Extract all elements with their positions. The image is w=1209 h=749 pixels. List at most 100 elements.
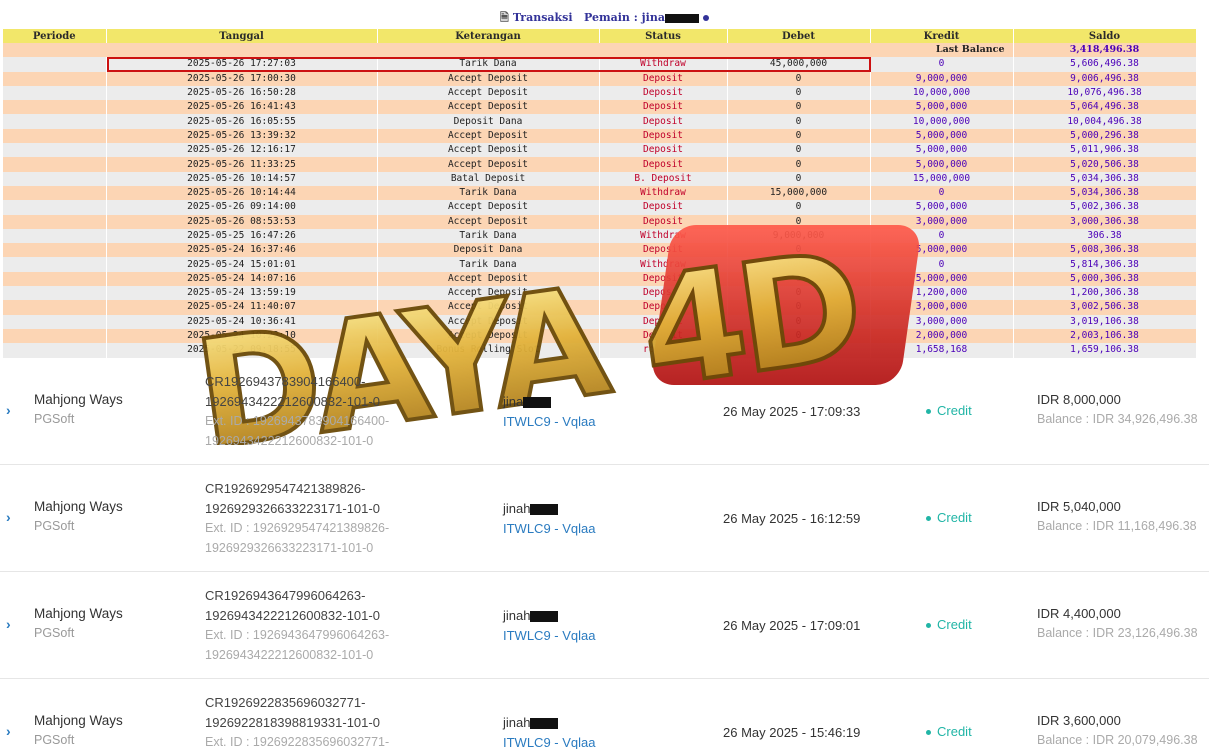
table-row[interactable]: 2025-05-26 08:53:53 Accept Deposit Deposit…	[3, 214, 1197, 229]
col-debet[interactable]: Debet	[727, 29, 871, 43]
table-row[interactable]: 2025-05-24 11:40:07 Accept Deposit Deposit…	[3, 300, 1197, 315]
table-row[interactable]: 2025-05-24 10:22:10 Accept Deposit Deposit…	[3, 328, 1197, 344]
title-label: Transaksi	[512, 11, 573, 24]
cell-kredit: 5,000,000	[870, 271, 1014, 287]
ext-id: Ext. ID : 1926929547421389826-	[205, 521, 390, 535]
table-row[interactable]: 2025-05-24 13:59:19 Accept Deposit Deposit…	[3, 286, 1197, 301]
cell-kredit: 0	[870, 228, 1014, 244]
table-row[interactable]: 2025-05-26 09:14:00 Accept Deposit Deposit…	[3, 200, 1197, 215]
redaction-mask	[530, 718, 559, 730]
table-row[interactable]: 2025-05-24 16:37:46 Deposit Dana Deposit 0 5…	[3, 243, 1197, 258]
cell-periode	[3, 243, 107, 258]
provider-name: PGSoft	[34, 519, 75, 533]
agent-link[interactable]: ITWLC9 - Vqlaa	[503, 735, 595, 749]
amount: IDR 3,600,000	[1037, 713, 1121, 728]
chevron-right-icon[interactable]: ›	[6, 723, 16, 739]
cell-kredit: 2,000,000	[870, 328, 1014, 344]
table-row[interactable]: 2025-05-26 17:00:30 Accept Deposit Deposit…	[3, 71, 1197, 86]
cell-periode	[3, 57, 107, 72]
list-item[interactable]: › Mahjong Ways PGSoft CR1926922835696032771…	[0, 679, 1209, 749]
agent-link[interactable]: ITWLC9 - Vqlaa	[503, 521, 595, 536]
table-row[interactable]: 2025-05-24 14:07:16 Accept Deposit Deposit…	[3, 271, 1197, 287]
cell-status: Withdraw	[599, 185, 728, 201]
table-row[interactable]: 2025-05-25 16:47:26 Tarik Dana Withdraw 9,0…	[3, 228, 1197, 244]
game-name: Mahjong Ways	[34, 392, 123, 407]
col-status[interactable]: Status	[599, 29, 728, 43]
type-badge: Credit	[926, 724, 972, 739]
table-row[interactable]: 2025-05-24 15:01:01 Tarik Dana Withdraw 35,…	[3, 257, 1197, 272]
cell-debet: 0	[727, 314, 871, 329]
col-periode[interactable]: Periode	[3, 29, 107, 43]
info-dot-icon[interactable]	[702, 15, 709, 21]
cell-tanggal: 2025-05-24 16:37:46	[106, 243, 378, 258]
chevron-right-icon[interactable]: ›	[6, 616, 16, 632]
cell-status: B. Deposit	[599, 171, 728, 186]
provider-name: PGSoft	[34, 412, 75, 426]
table-row[interactable]: 2025-05-26 17:27:03 Tarik Dana Withdraw 45,…	[3, 57, 1197, 72]
chevron-right-icon[interactable]: ›	[6, 402, 16, 418]
status-dot-icon	[926, 409, 931, 415]
cell-tanggal: 2025-05-26 12:16:17	[106, 143, 378, 158]
table-row[interactable]: 2025-05-26 12:16:17 Accept Deposit Deposit…	[3, 143, 1197, 158]
game-name: Mahjong Ways	[34, 713, 123, 728]
cell-keterangan: Accept Deposit	[377, 71, 600, 86]
cell-kredit: 5,000,000	[870, 157, 1014, 172]
agent-link[interactable]: ITWLC9 - Vqlaa	[503, 414, 595, 429]
cell-status: rolling	[599, 343, 728, 358]
table-row[interactable]: 2025-05-26 11:33:25 Accept Deposit Deposit…	[3, 157, 1197, 172]
agent-link[interactable]: ITWLC9 - Vqlaa	[503, 628, 595, 643]
type-badge: Credit	[926, 617, 972, 632]
col-saldo[interactable]: Saldo	[1013, 29, 1197, 43]
username: jina	[503, 394, 552, 409]
cell-saldo: 3,000,306.38	[1013, 214, 1197, 229]
cell-debet: 0	[727, 271, 871, 287]
cell-saldo: 1,200,306.38	[1013, 286, 1197, 301]
cell-keterangan: Accept Deposit	[377, 214, 600, 229]
col-keterangan[interactable]: Keterangan	[377, 29, 600, 43]
cell-keterangan: Tarik Dana	[377, 257, 600, 272]
cell-saldo: 5,034,306.38	[1013, 171, 1197, 186]
cell-kredit: 10,000,000	[870, 85, 1014, 101]
cell-kredit: 10,000,000	[870, 114, 1014, 129]
cell-status: Deposit	[599, 114, 728, 129]
status-dot-icon	[926, 730, 931, 736]
cell-kredit: 5,000,000	[870, 143, 1014, 158]
balance: Balance : IDR 20,079,496.38	[1037, 733, 1198, 747]
col-kredit[interactable]: Kredit	[870, 29, 1014, 43]
cell-tanggal: 2025-05-26 13:39:32	[106, 128, 378, 144]
cell-kredit: 5,000,000	[870, 100, 1014, 115]
cell-keterangan: Accept Deposit	[377, 128, 600, 144]
cell-kredit: 5,000,000	[870, 243, 1014, 258]
cell-saldo: 5,002,306.38	[1013, 200, 1197, 215]
cell-status: Deposit	[599, 128, 728, 144]
type-label: Credit	[937, 617, 972, 632]
table-row[interactable]: 2025-05-26 16:05:55 Deposit Dana Deposit 0 1…	[3, 114, 1197, 129]
col-tanggal[interactable]: Tanggal	[106, 29, 378, 43]
username-text: jinah	[503, 501, 531, 516]
chevron-right-icon[interactable]: ›	[6, 509, 16, 525]
cell-periode	[3, 328, 107, 344]
table-row[interactable]: 2025-05-26 10:14:44 Tarik Dana Withdraw 15,…	[3, 185, 1197, 201]
list-item[interactable]: › Mahjong Ways PGSoft CR1926929547421389826…	[0, 465, 1209, 572]
table-row[interactable]: 2025-05-22 09:18:55 Bonus Rolling Slot rol…	[3, 343, 1197, 358]
username-text: jina	[503, 394, 524, 409]
cell-debet: 0	[727, 286, 871, 301]
transaction-date: 26 May 2025 - 16:12:59	[723, 511, 861, 526]
list-item[interactable]: › Mahjong Ways PGSoft CR1926943647996064263…	[0, 572, 1209, 679]
cell-kredit: 15,000,000	[870, 171, 1014, 186]
cell-saldo: 5,814,306.38	[1013, 257, 1197, 272]
transaction-id: CR1926943647996064263-	[205, 588, 366, 603]
cell-keterangan: Accept Deposit	[377, 157, 600, 172]
cell-keterangan: Tarik Dana	[377, 185, 600, 201]
cell-tanggal: 2025-05-26 11:33:25	[106, 157, 378, 172]
table-row[interactable]: 2025-05-26 13:39:32 Accept Deposit Deposit…	[3, 128, 1197, 144]
provider-name: PGSoft	[34, 626, 75, 640]
cell-saldo: 5,000,306.38	[1013, 271, 1197, 287]
table-row[interactable]: 2025-05-26 10:14:57 Batal Deposit B. Depos…	[3, 171, 1197, 186]
cell-debet: 0	[727, 157, 871, 172]
table-row[interactable]: 2025-05-26 16:41:43 Accept Deposit Deposit…	[3, 100, 1197, 115]
table-row[interactable]: 2025-05-26 16:50:28 Accept Deposit Deposit…	[3, 85, 1197, 101]
list-item[interactable]: › Mahjong Ways PGSoft CR1926943783904166400…	[0, 358, 1209, 465]
table-row[interactable]: 2025-05-24 10:36:41 Accept Deposit Deposit…	[3, 314, 1197, 329]
cell-saldo: 5,606,496.38	[1013, 57, 1197, 72]
